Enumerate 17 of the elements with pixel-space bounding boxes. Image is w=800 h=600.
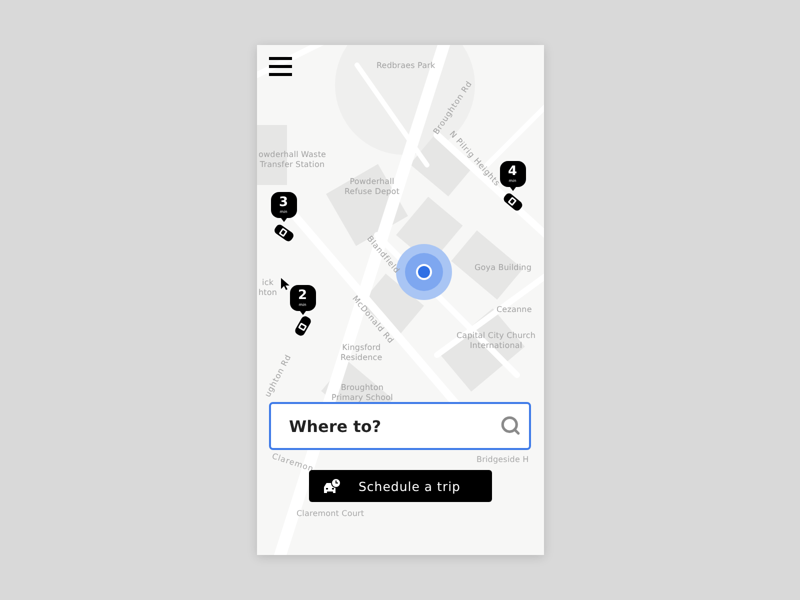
menu-icon[interactable]	[268, 57, 292, 76]
place-label: Powderhall Refuse Depot	[344, 177, 400, 197]
search-icon	[500, 415, 521, 436]
place-label: ick hton	[258, 278, 278, 298]
place-label: Claremont Court	[296, 509, 364, 519]
search-field[interactable]: Where to?	[269, 402, 531, 450]
place-label: Bridgeside H	[476, 455, 529, 465]
place-label: Redbraes Park	[376, 61, 436, 71]
place-label: Cezanne	[496, 305, 532, 315]
cursor-icon	[280, 278, 290, 291]
place-label: Kingsford Residence	[340, 343, 382, 363]
place-label: Capital City Church International	[456, 331, 536, 351]
place-label: Goya Building	[474, 263, 532, 273]
place-label: Broughton Primary School	[332, 383, 393, 403]
car-clock-icon	[322, 478, 340, 494]
schedule-button[interactable]: Schedule a trip	[308, 470, 492, 502]
place-label: owderhall Waste Transfer Station	[258, 150, 326, 170]
